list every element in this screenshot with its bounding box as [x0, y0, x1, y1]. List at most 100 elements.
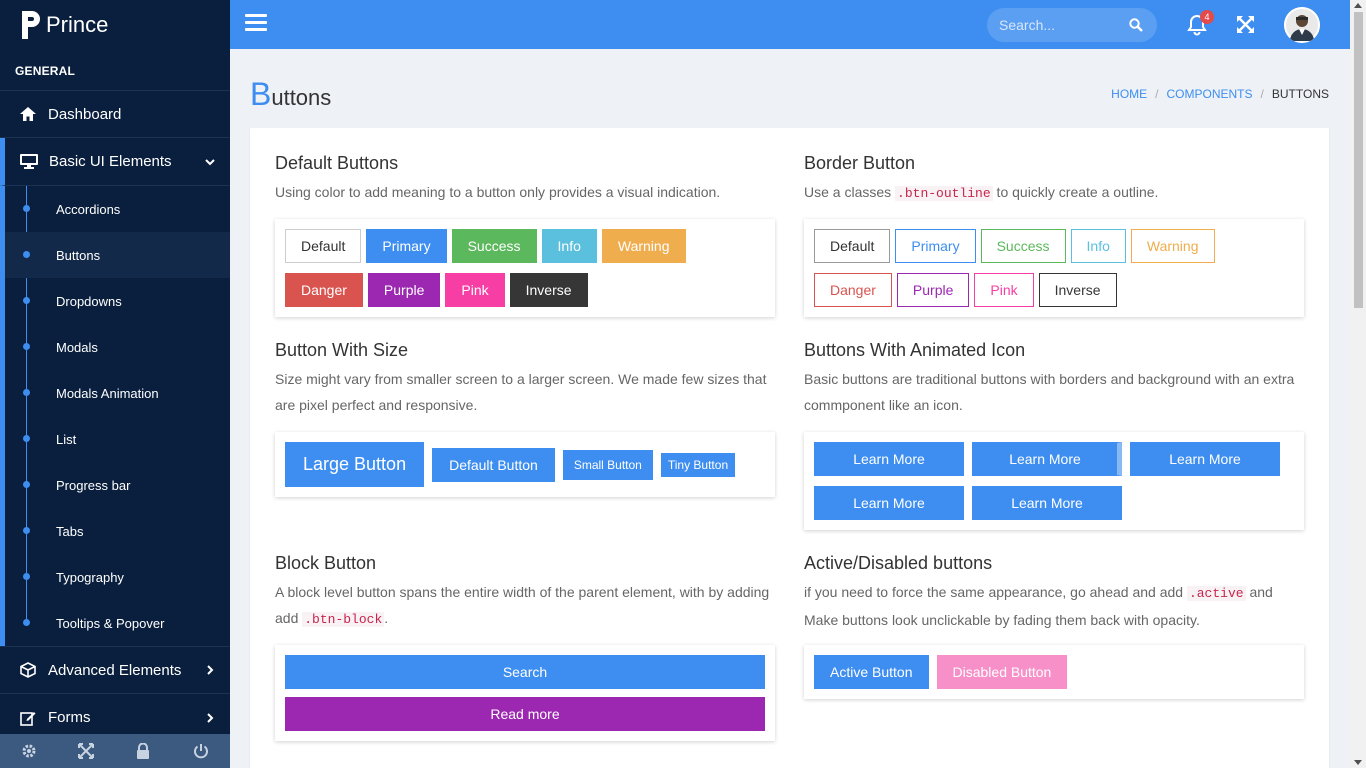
avatar[interactable]	[1284, 7, 1320, 43]
learn-more-button[interactable]: Learn More	[1130, 442, 1280, 476]
sidebar-item-dashboard[interactable]: Dashboard	[0, 90, 230, 138]
section-title: Button With Size	[275, 340, 409, 360]
sidebar-subitem-dropdowns[interactable]: Dropdowns	[5, 278, 230, 324]
sidebar-item-basic-ui[interactable]: Basic UI Elements	[0, 138, 230, 186]
primary-button[interactable]: Primary	[366, 229, 447, 263]
code-snippet: .active	[1186, 586, 1246, 601]
expand-icon[interactable]	[1236, 15, 1255, 34]
learn-more-button[interactable]: Learn More	[972, 486, 1122, 520]
sidebar-subitem-list[interactable]: List	[5, 416, 230, 462]
bullet-dot	[23, 389, 30, 396]
purple-button[interactable]: Purple	[367, 273, 441, 307]
scroll-down-arrow[interactable]	[1354, 760, 1362, 765]
subitem-label: Dropdowns	[56, 293, 122, 309]
sidebar-item-label: Basic UI Elements	[49, 153, 172, 170]
outline-info-button[interactable]: Info	[1070, 229, 1126, 263]
danger-button[interactable]: Danger	[285, 273, 363, 307]
chevron-down-icon	[205, 158, 215, 165]
outline-purple-button[interactable]: Purple	[896, 273, 970, 307]
tiny-button[interactable]: Tiny Button	[660, 452, 736, 477]
scroll-thumb[interactable]	[1354, 12, 1363, 308]
bullet-dot	[23, 527, 30, 534]
warning-button[interactable]: Warning	[601, 229, 686, 263]
pink-button[interactable]: Pink	[445, 273, 505, 307]
gear-icon[interactable]	[21, 743, 37, 759]
desc-text: if you need to force the same appearance…	[804, 584, 1187, 600]
bullet-dot	[23, 481, 30, 488]
subitem-label: List	[56, 431, 77, 447]
section-title: Border Button	[804, 153, 916, 173]
sidebar-subitem-progress-bar[interactable]: Progress bar	[5, 462, 230, 508]
home-icon	[18, 106, 38, 122]
breadcrumb-components[interactable]: COMPONENTS	[1167, 87, 1253, 101]
active-button[interactable]: Active Button	[814, 655, 929, 689]
chevron-right-icon	[207, 665, 214, 675]
cube-icon	[18, 662, 38, 678]
lock-icon[interactable]	[136, 743, 152, 759]
bullet-dot	[23, 435, 30, 442]
size-row: Large Button Default Button Small Button…	[285, 442, 765, 497]
block-buttons-demo: Search Read more	[275, 645, 775, 741]
user-avatar-icon	[1284, 7, 1320, 43]
outline-inverse-button[interactable]: Inverse	[1038, 273, 1117, 307]
learn-more-button[interactable]: Learn More	[814, 442, 964, 476]
main-card: Default Buttons Using color to add meani…	[250, 128, 1329, 768]
top-bar: 4	[230, 0, 1350, 49]
sidebar-subitem-typography[interactable]: Typography	[5, 554, 230, 600]
sidebar-item-label: Dashboard	[48, 105, 122, 123]
subitem-label: Tabs	[56, 523, 84, 539]
inverse-button[interactable]: Inverse	[509, 273, 588, 307]
small-button[interactable]: Small Button	[562, 449, 653, 480]
large-button[interactable]: Large Button	[285, 442, 425, 487]
desc-text: Use a classes	[804, 184, 896, 200]
default-button[interactable]: Default	[285, 229, 362, 263]
power-icon[interactable]	[193, 743, 209, 759]
search-block-button[interactable]: Search	[285, 655, 765, 689]
read-more-block-button[interactable]: Read more	[285, 697, 765, 731]
outline-default-button[interactable]: Default	[814, 229, 891, 263]
section-desc: Basic buttons are traditional buttons wi…	[804, 371, 1295, 413]
outline-warning-button[interactable]: Warning	[1130, 229, 1215, 263]
sidebar-subitem-tooltips[interactable]: Tooltips & Popover	[5, 600, 230, 646]
breadcrumb-home[interactable]: HOME	[1111, 87, 1147, 101]
animated-buttons-demo: Learn More Learn More Learn More Learn Mor…	[804, 432, 1304, 530]
info-button[interactable]: Info	[541, 229, 597, 263]
scroll-up-arrow[interactable]	[1354, 3, 1362, 8]
search-box	[987, 8, 1157, 42]
outline-primary-button[interactable]: Primary	[895, 229, 976, 263]
sidebar-subitem-tabs[interactable]: Tabs	[5, 508, 230, 554]
brand[interactable]: Prince	[0, 0, 230, 49]
breadcrumb: HOME / COMPONENTS / BUTTONS	[1111, 87, 1329, 101]
prince-logo-icon	[22, 10, 40, 39]
page-scrollbar[interactable]	[1350, 0, 1366, 768]
outline-success-button[interactable]: Success	[980, 229, 1066, 263]
search-input[interactable]	[999, 17, 1119, 33]
bullet-dot	[23, 573, 30, 580]
learn-more-button[interactable]: Learn More	[814, 486, 964, 520]
page-title: Buttons	[250, 76, 331, 113]
sidebar-subitem-modals-animation[interactable]: Modals Animation	[5, 370, 230, 416]
submenu-basic-ui: Accordions Buttons Dropdowns Modals Moda…	[0, 186, 230, 646]
menu-toggle-icon[interactable]	[245, 14, 267, 34]
default-size-button[interactable]: Default Button	[432, 447, 555, 482]
default-buttons-section: Default Buttons Using color to add meani…	[275, 153, 775, 317]
sidebar-item-advanced[interactable]: Advanced Elements	[0, 646, 230, 694]
outline-pink-button[interactable]: Pink	[974, 273, 1034, 307]
bullet-dot	[23, 251, 30, 258]
outline-danger-button[interactable]: Danger	[814, 273, 892, 307]
fullscreen-icon[interactable]	[78, 743, 95, 759]
section-label: GENERAL	[15, 64, 76, 78]
code-snippet: .btn-outline	[895, 186, 993, 201]
desc-text: .	[384, 610, 389, 626]
sidebar-item-label: Advanced Elements	[48, 661, 182, 679]
search-icon[interactable]	[1129, 18, 1143, 32]
success-button[interactable]: Success	[451, 229, 537, 263]
learn-more-button[interactable]: Learn More	[972, 442, 1122, 476]
sidebar-subitem-buttons[interactable]: Buttons	[5, 232, 230, 278]
active-disabled-section: Active/Disabled buttons if you need to f…	[804, 553, 1304, 699]
block-buttons-section: Block Button A block level button spans …	[275, 553, 775, 741]
sidebar-subitem-accordions[interactable]: Accordions	[5, 186, 230, 232]
sidebar-subitem-modals[interactable]: Modals	[5, 324, 230, 370]
default-buttons-demo: Default Primary Success Info Warning Danger P…	[275, 219, 775, 317]
sidebar-footer	[0, 734, 230, 768]
